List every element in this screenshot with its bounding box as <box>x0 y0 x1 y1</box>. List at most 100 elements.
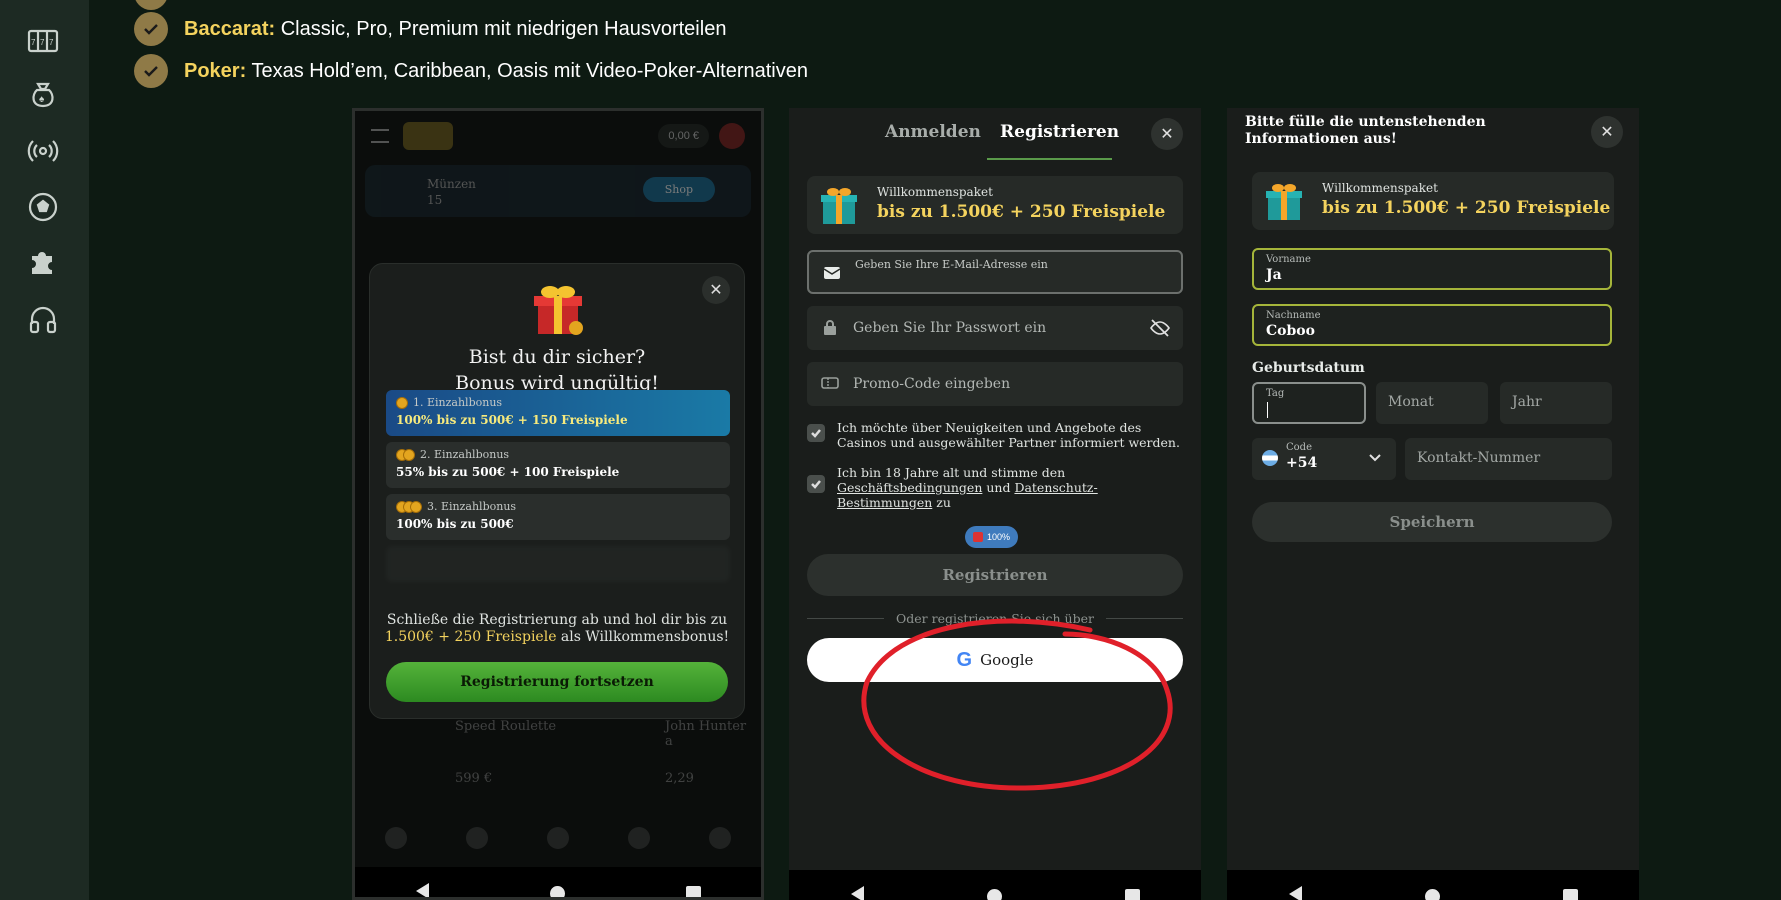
bullet-baccarat: Baccarat: Classic, Pro, Premium mit nied… <box>134 12 726 46</box>
home-icon[interactable] <box>986 889 1002 900</box>
terms-link[interactable]: Geschäftsbedingungen <box>837 480 982 495</box>
recents-icon[interactable] <box>1124 889 1140 900</box>
bullet-text: Classic, Pro, Premium mit niedrigen Haus… <box>275 17 727 40</box>
gift-icon <box>973 532 983 542</box>
game-price: 2,29 <box>665 771 694 786</box>
phone-screenshot-bonus-modal: 0,00 € Münzen 15 Shop ✕ Bist du dir sich… <box>352 108 764 900</box>
newsletter-text: Ich möchte über Neuigkeiten und Angebote… <box>837 420 1180 450</box>
auth-tabs: Anmelden Registrieren ✕ <box>789 108 1201 160</box>
argentina-flag-icon <box>1262 450 1278 466</box>
logo <box>403 122 453 150</box>
google-signup-button[interactable]: G Google <box>807 638 1183 682</box>
close-icon[interactable]: ✕ <box>1151 118 1183 150</box>
eye-off-icon[interactable] <box>1149 318 1171 338</box>
progress-badge: 100% <box>965 526 1019 548</box>
soccer-ball-icon[interactable] <box>24 188 62 226</box>
lastname-value: Coboo <box>1266 323 1315 339</box>
bonus-label: 1. Einzahlbonus <box>413 396 503 409</box>
game-title: John Hunter a <box>665 719 747 749</box>
slot-machine-icon[interactable]: 777 <box>24 22 62 60</box>
year-field[interactable]: Jahr <box>1500 382 1612 424</box>
terms-consent: Ich bin 18 Jahre alt und stimme den Gesc… <box>807 465 1187 510</box>
tab-register[interactable]: Registrieren <box>1000 122 1119 142</box>
svg-text:7: 7 <box>31 38 36 47</box>
phone-screenshot-profile-form: Bitte fülle die untenstehenden Informati… <box>1227 108 1639 900</box>
bonus-option-3[interactable]: 3. Einzahlbonus 100% bis zu 500€ <box>386 494 730 540</box>
balance[interactable]: 0,00 € <box>658 124 709 148</box>
mail-icon <box>823 267 841 279</box>
month-field[interactable]: Monat <box>1376 382 1488 424</box>
welcome-value: bis zu 1.500€ + 250 Freispiele <box>877 202 1166 222</box>
bonus-option-4 <box>386 546 730 582</box>
shop-button[interactable]: Shop <box>642 177 715 202</box>
app-header: 0,00 € <box>355 111 761 161</box>
terms-text-c: zu <box>932 495 951 510</box>
welcome-package-banner: Willkommenspaket bis zu 1.500€ + 250 Fre… <box>1252 172 1614 230</box>
firstname-label: Vorname <box>1266 254 1311 265</box>
close-icon[interactable]: ✕ <box>702 276 730 304</box>
bonus-value: 100% bis zu 500€ + 150 Freispiele <box>396 413 628 427</box>
promo-code-field[interactable]: Promo-Code eingeben <box>807 362 1183 406</box>
android-navbar <box>1227 870 1639 900</box>
code-value: +54 <box>1286 455 1318 471</box>
welcome-package-banner: Willkommenspaket bis zu 1.500€ + 250 Fre… <box>807 176 1183 234</box>
check-icon <box>134 12 168 46</box>
phone-number-field[interactable]: Kontakt-Nummer <box>1405 438 1612 480</box>
check-icon <box>134 0 168 10</box>
firstname-field[interactable]: Vorname Ja <box>1252 248 1612 290</box>
divider-text: Oder registrieren Sie sich über <box>896 610 1094 626</box>
menu-icon[interactable] <box>371 129 389 143</box>
google-icon: G <box>956 648 973 671</box>
save-button[interactable]: Speichern <box>1252 502 1612 542</box>
newsletter-consent: Ich möchte über Neuigkeiten und Angebote… <box>807 420 1187 450</box>
password-placeholder: Geben Sie Ihr Passwort ein <box>853 320 1047 336</box>
bottom-nav <box>355 813 761 863</box>
recents-icon[interactable] <box>685 886 701 897</box>
text-caret <box>1267 402 1268 418</box>
welcome-label: Willkommenspaket <box>877 185 993 199</box>
terms-checkbox[interactable] <box>807 475 825 493</box>
coins-label: Münzen <box>427 177 476 191</box>
tab-login[interactable]: Anmelden <box>885 122 981 142</box>
confirm-modal: ✕ Bist du dir sicher? Bonus wird ungülti… <box>369 263 745 719</box>
recents-icon[interactable] <box>1562 889 1578 900</box>
coins-banner: Münzen 15 Shop <box>365 165 751 217</box>
gift-icon <box>534 286 583 335</box>
home-icon[interactable] <box>549 886 565 897</box>
continue-registration-button[interactable]: Registrierung fortsetzen <box>386 662 728 702</box>
puzzle-icon[interactable] <box>24 244 62 282</box>
welcome-value: bis zu 1.500€ + 250 Freispiele <box>1322 198 1611 218</box>
back-icon[interactable] <box>850 886 864 900</box>
avatar[interactable] <box>719 123 745 149</box>
back-icon[interactable] <box>1288 886 1302 900</box>
terms-text-b: und <box>982 480 1015 495</box>
lastname-field[interactable]: Nachname Coboo <box>1252 304 1612 346</box>
phone-screenshot-register: Anmelden Registrieren ✕ Willkommenspaket… <box>789 108 1201 900</box>
phone-placeholder: Kontakt-Nummer <box>1417 450 1541 466</box>
year-placeholder: Jahr <box>1512 394 1542 410</box>
modal-title-line1: Bist du dir sicher? <box>468 346 646 368</box>
lock-icon <box>824 320 836 335</box>
modal-desc-part2: als Willkommensbonus! <box>556 629 730 645</box>
day-label: Tag <box>1266 388 1285 399</box>
register-button[interactable]: Registrieren <box>807 554 1183 596</box>
headphones-icon[interactable] <box>24 300 62 338</box>
bonus-value: 100% bis zu 500€ <box>396 517 514 531</box>
day-field[interactable]: Tag <box>1252 382 1366 424</box>
country-code-select[interactable]: Code +54 <box>1252 438 1396 480</box>
home-icon[interactable] <box>1424 889 1440 900</box>
close-icon[interactable]: ✕ <box>1591 116 1623 148</box>
back-icon[interactable] <box>415 883 429 897</box>
bonus-option-1[interactable]: 1. Einzahlbonus 100% bis zu 500€ + 150 F… <box>386 390 730 436</box>
svg-text:7: 7 <box>40 38 45 47</box>
gift-icon <box>1266 184 1302 220</box>
lastname-label: Nachname <box>1266 310 1321 321</box>
money-bag-icon[interactable]: ♠ <box>24 76 62 114</box>
newsletter-checkbox[interactable] <box>807 424 825 442</box>
email-field[interactable]: Geben Sie Ihre E-Mail-Adresse ein <box>807 250 1183 294</box>
live-broadcast-icon[interactable] <box>24 132 62 170</box>
game-price: 599 € <box>455 771 493 786</box>
progress-badge-text: 100% <box>987 532 1011 542</box>
password-field[interactable]: Geben Sie Ihr Passwort ein <box>807 306 1183 350</box>
bonus-option-2[interactable]: 2. Einzahlbonus 55% bis zu 500€ + 100 Fr… <box>386 442 730 488</box>
